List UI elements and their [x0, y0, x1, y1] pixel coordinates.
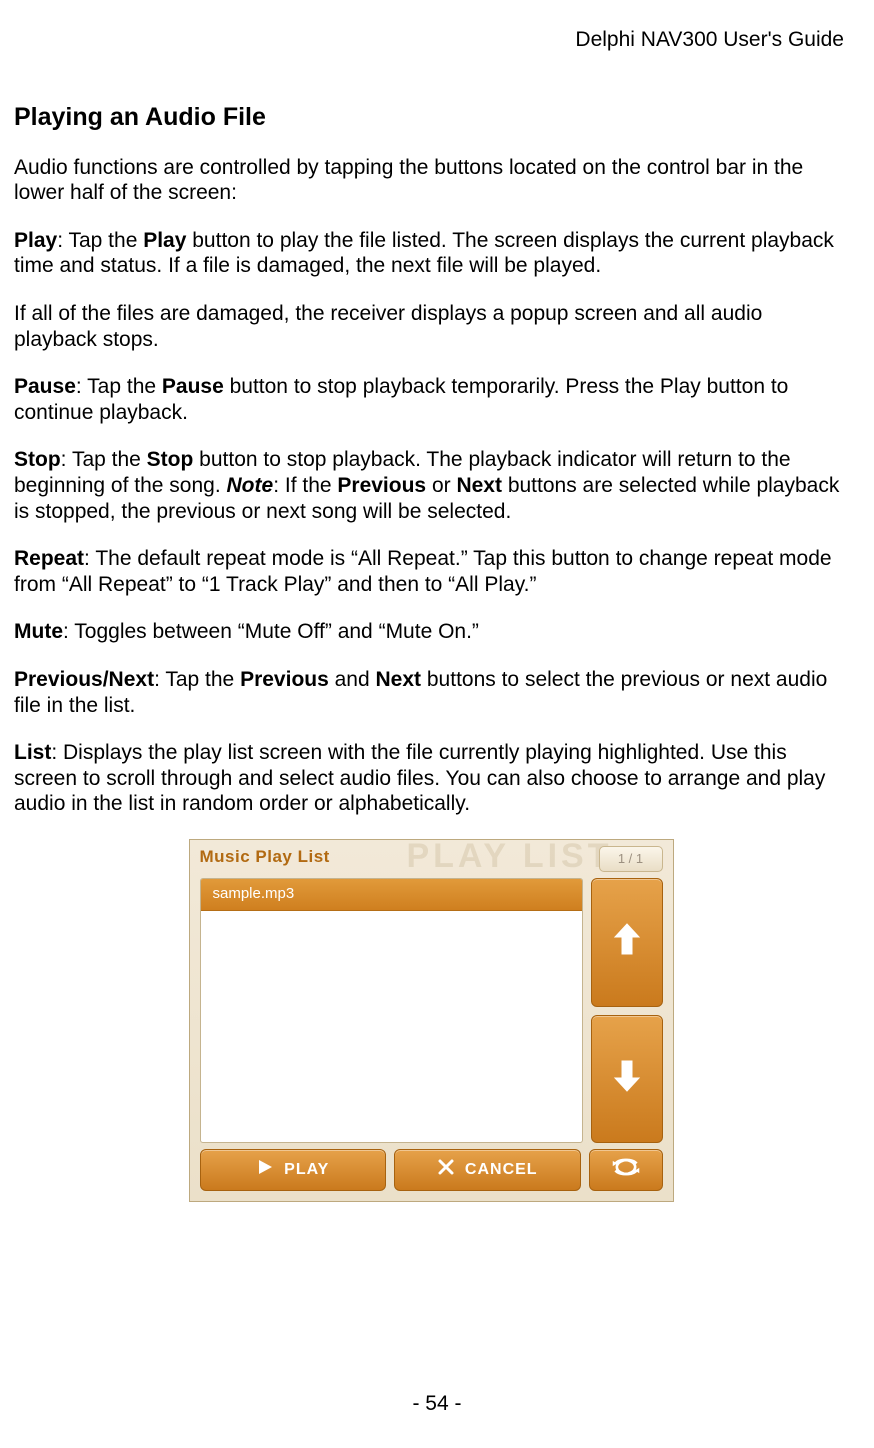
play-paragraph: Play: Tap the Play button to play the fi…	[14, 228, 848, 279]
mute-paragraph: Mute: Toggles between “Mute Off” and “Mu…	[14, 619, 848, 645]
pause-paragraph: Pause: Tap the Pause button to stop play…	[14, 374, 848, 425]
play-bold: Play	[143, 229, 186, 252]
playlist-area[interactable]: sample.mp3	[200, 878, 583, 1143]
shuffle-button[interactable]	[589, 1149, 663, 1191]
bottom-bar: PLAY CANCEL	[200, 1149, 663, 1191]
section-heading: Playing an Audio File	[14, 102, 848, 133]
play-icon	[256, 1158, 274, 1182]
play-button[interactable]: PLAY	[200, 1149, 387, 1191]
page-number: - 54 -	[0, 1392, 874, 1416]
cancel-button-label: CANCEL	[465, 1160, 538, 1180]
scroll-buttons	[591, 878, 663, 1143]
text: : The default repeat mode is “All Repeat…	[14, 547, 832, 596]
text: : Toggles between “Mute Off” and “Mute O…	[63, 620, 479, 643]
prevnext-label: Previous/Next	[14, 668, 154, 691]
text: : If the	[273, 474, 337, 497]
arrow-up-icon	[612, 921, 642, 964]
cancel-button[interactable]: CANCEL	[394, 1149, 581, 1191]
text: : Tap the	[154, 668, 240, 691]
scroll-down-button[interactable]	[591, 1015, 663, 1144]
repeat-paragraph: Repeat: The default repeat mode is “All …	[14, 546, 848, 597]
shuffle-icon	[611, 1156, 641, 1184]
text: : Displays the play list screen with the…	[14, 741, 825, 815]
scroll-up-button[interactable]	[591, 878, 663, 1007]
mute-label: Mute	[14, 620, 63, 643]
next-bold: Next	[376, 668, 422, 691]
text: or	[426, 474, 456, 497]
text: and	[329, 668, 376, 691]
next-bold: Next	[456, 474, 502, 497]
play-button-label: PLAY	[284, 1160, 329, 1180]
device-screenshot: PLAY LIST Music Play List 1 / 1 sample.m…	[189, 839, 674, 1202]
previous-bold: Previous	[337, 474, 426, 497]
pause-label: Pause	[14, 375, 76, 398]
pause-bold: Pause	[162, 375, 224, 398]
play-note-paragraph: If all of the files are damaged, the rec…	[14, 301, 848, 352]
playlist-item-current[interactable]: sample.mp3	[201, 879, 582, 911]
page-content: Playing an Audio File Audio functions ar…	[14, 102, 848, 1202]
previous-bold: Previous	[240, 668, 329, 691]
music-play-list-screen: PLAY LIST Music Play List 1 / 1 sample.m…	[189, 839, 674, 1202]
stop-label: Stop	[14, 448, 61, 471]
intro-paragraph: Audio functions are controlled by tappin…	[14, 155, 848, 206]
list-paragraph: List: Displays the play list screen with…	[14, 740, 848, 817]
prevnext-paragraph: Previous/Next: Tap the Previous and Next…	[14, 667, 848, 718]
note-label: Note	[227, 474, 274, 497]
stop-paragraph: Stop: Tap the Stop button to stop playba…	[14, 447, 848, 524]
text: : Tap the	[76, 375, 162, 398]
stop-bold: Stop	[147, 448, 194, 471]
repeat-label: Repeat	[14, 547, 84, 570]
arrow-down-icon	[612, 1058, 642, 1101]
document-header-title: Delphi NAV300 User's Guide	[575, 28, 844, 52]
text: : Tap the	[57, 229, 143, 252]
play-label: Play	[14, 229, 57, 252]
list-label: List	[14, 741, 51, 764]
text: : Tap the	[61, 448, 147, 471]
page-indicator: 1 / 1	[599, 846, 663, 872]
close-icon	[437, 1158, 455, 1182]
